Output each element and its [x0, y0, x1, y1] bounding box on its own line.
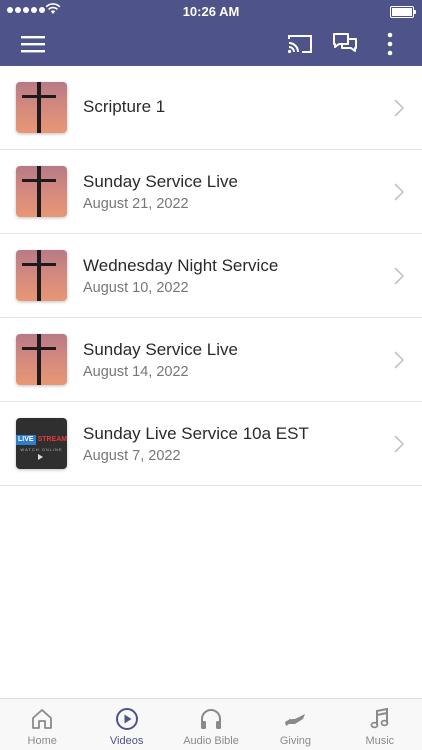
cross-thumbnail [16, 250, 67, 301]
cast-icon[interactable] [286, 30, 314, 58]
video-list: Scripture 1 Sunday Service Live August 2… [0, 66, 422, 486]
list-item[interactable]: Sunday Service Live August 14, 2022 [0, 318, 422, 402]
livestream-word-stream: STREAM [37, 436, 67, 443]
bottom-tab-bar: Home Videos Audio Bible Giving Music [0, 698, 422, 750]
chat-icon[interactable] [331, 30, 359, 58]
list-item[interactable]: Sunday Service Live August 21, 2022 [0, 150, 422, 234]
play-circle-icon [115, 708, 138, 730]
item-title: Scripture 1 [83, 97, 166, 116]
cross-thumbnail [16, 334, 67, 385]
cross-thumbnail [16, 166, 67, 217]
tab-music[interactable]: Music [338, 699, 422, 750]
tab-home[interactable]: Home [0, 699, 84, 750]
chevron-right-icon [394, 435, 404, 453]
item-title: Wednesday Night Service [83, 256, 279, 275]
chevron-right-icon [394, 351, 404, 369]
tab-label: Music [365, 735, 395, 747]
tab-label: Giving [279, 735, 312, 747]
tab-label: Audio Bible [183, 735, 239, 747]
tab-giving[interactable]: Giving [253, 699, 337, 750]
more-vertical-icon[interactable] [376, 30, 404, 58]
giving-hand-icon [285, 714, 306, 726]
status-time: 10:26 AM [182, 4, 240, 19]
chevron-right-icon [394, 183, 404, 201]
battery-icon [390, 6, 416, 18]
item-title: Sunday Live Service 10a EST [83, 424, 309, 443]
livestream-subtitle: WATCH ONLINE [20, 447, 63, 452]
menu-icon[interactable] [19, 30, 47, 58]
play-icon [38, 454, 43, 460]
item-title: Sunday Service Live [83, 172, 238, 191]
item-date: August 7, 2022 [83, 448, 181, 464]
tab-label: Home [27, 735, 57, 747]
home-icon [32, 709, 53, 729]
list-item[interactable]: LIVE STREAM WATCH ONLINE Sunday Live Ser… [0, 402, 422, 486]
headphones-icon [201, 709, 222, 729]
chevron-right-icon [394, 267, 404, 285]
list-item[interactable]: Wednesday Night Service August 10, 2022 [0, 234, 422, 318]
livestream-thumbnail: LIVE STREAM WATCH ONLINE [16, 418, 67, 469]
status-bar: 10:26 AM [0, 0, 422, 22]
livestream-word-live: LIVE [16, 435, 36, 445]
cross-thumbnail [16, 82, 67, 133]
item-date: August 14, 2022 [83, 364, 189, 380]
tab-videos[interactable]: Videos [84, 699, 168, 750]
item-date: August 21, 2022 [83, 196, 189, 212]
app-header: 10:26 AM [0, 0, 422, 66]
music-note-icon [370, 707, 389, 729]
item-title: Sunday Service Live [83, 340, 238, 359]
tab-audio-bible[interactable]: Audio Bible [169, 699, 253, 750]
tab-label: Videos [109, 735, 144, 747]
list-item[interactable]: Scripture 1 [0, 66, 422, 150]
item-date: August 10, 2022 [83, 280, 189, 296]
chevron-right-icon [394, 99, 404, 117]
